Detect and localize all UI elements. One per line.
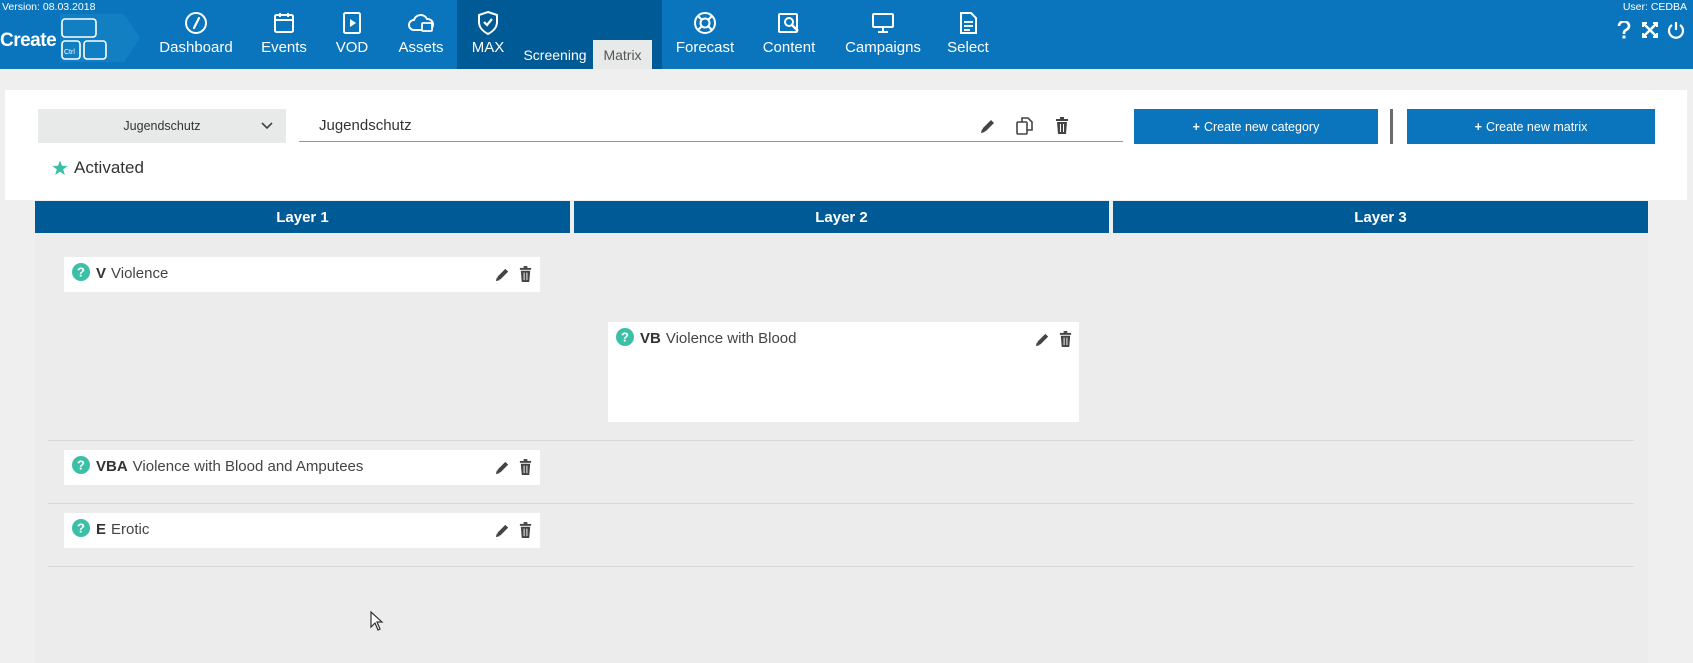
category-code: V (96, 265, 107, 282)
layer-1-header: Layer 1 (35, 201, 570, 233)
star-icon (52, 160, 68, 175)
category-name: Erotic (111, 521, 150, 538)
category-title: V Violence (96, 265, 168, 282)
svg-text:?: ? (621, 330, 629, 345)
mouse-cursor-icon (370, 611, 384, 631)
trash-icon[interactable] (518, 266, 533, 283)
create-category-label: Create new category (1203, 119, 1320, 134)
category-code: VB (640, 330, 661, 347)
category-title: VBA Violence with Blood and Amputees (96, 458, 363, 475)
matrix-editor-panel: Jugendschutz + Create new category + Cre… (5, 90, 1687, 200)
matrix-name-input[interactable] (299, 110, 1123, 142)
edit-icon[interactable] (494, 522, 511, 539)
create-category-button[interactable]: + Create new category (1134, 109, 1378, 144)
matrix-area (35, 233, 1648, 663)
help-circle-icon[interactable]: ? (72, 519, 90, 537)
tab-matrix[interactable]: Matrix (593, 40, 652, 69)
logo-key-label: Ctrl (64, 49, 75, 56)
nav-dashboard-label: Dashboard (159, 39, 233, 56)
nav-select-label: Select (947, 39, 989, 56)
edit-icon[interactable] (494, 266, 511, 283)
top-navigation-bar: Version: 08.03.2018 User: CEDBA Ctrl Cre… (0, 0, 1693, 69)
create-ctrl-logo[interactable]: Ctrl Create (0, 12, 140, 64)
power-icon[interactable] (1667, 20, 1685, 40)
nav-content-label: Content (762, 39, 816, 56)
nav-campaigns[interactable]: Campaigns (845, 0, 921, 69)
nav-vod-label: VOD (335, 39, 369, 56)
lifebuoy-icon (693, 10, 717, 36)
nav-select[interactable]: Select (947, 0, 989, 69)
nav-dashboard[interactable]: Dashboard (158, 0, 234, 69)
category-code: VBA (96, 458, 128, 475)
trash-icon[interactable] (518, 522, 533, 539)
create-matrix-label: Create new matrix (1485, 119, 1588, 134)
row-divider (48, 440, 1634, 441)
fullscreen-icon[interactable] (1641, 20, 1659, 40)
matrix-select[interactable]: Jugendschutz (38, 109, 286, 143)
svg-text:?: ? (77, 265, 85, 280)
matrix-select-value: Jugendschutz (123, 119, 201, 133)
category-card[interactable]: ? VB Violence with Blood (608, 322, 1079, 422)
svg-text:?: ? (77, 521, 85, 536)
activation-status-label: Activated (74, 158, 144, 177)
header-actions (1615, 20, 1685, 40)
plus-icon: + (1192, 119, 1200, 134)
category-card[interactable]: ? E Erotic (64, 513, 540, 548)
nav-max-label: MAX (471, 39, 505, 56)
category-code: E (96, 521, 107, 538)
category-card[interactable]: ? V Violence (64, 257, 540, 292)
layer-2-header: Layer 2 (574, 201, 1109, 233)
help-circle-icon[interactable]: ? (72, 456, 90, 474)
nav-max[interactable]: MAX (466, 0, 510, 69)
content-icon (776, 10, 802, 36)
help-icon[interactable] (1615, 20, 1633, 40)
nav-campaigns-label: Campaigns (845, 39, 921, 56)
calendar-icon (272, 10, 296, 36)
trash-icon[interactable] (1058, 331, 1073, 348)
row-divider (48, 566, 1634, 567)
category-card[interactable]: ? VBA Violence with Blood and Amputees (64, 450, 540, 485)
shield-check-icon (476, 10, 500, 36)
nav-assets[interactable]: Assets (397, 0, 445, 69)
nav-forecast-label: Forecast (675, 39, 735, 56)
category-name: Violence with Blood and Amputees (132, 458, 364, 475)
category-title: E Erotic (96, 521, 149, 538)
cloud-icon (407, 10, 435, 36)
nav-content[interactable]: Content (760, 0, 818, 69)
edit-icon[interactable] (494, 459, 511, 476)
dashboard-gauge-icon (184, 10, 208, 36)
user-label: User: CEDBA (1622, 1, 1687, 13)
nav-forecast[interactable]: Forecast (675, 0, 735, 69)
category-title: VB Violence with Blood (640, 330, 797, 347)
nav-events[interactable]: Events (260, 0, 308, 69)
monitor-icon (871, 10, 895, 36)
button-divider (1390, 109, 1393, 144)
tab-screening[interactable]: Screening (518, 40, 592, 69)
copy-icon[interactable] (1015, 116, 1035, 136)
help-circle-icon[interactable]: ? (616, 328, 634, 346)
play-icon (340, 10, 364, 36)
category-name: Violence (111, 265, 169, 282)
edit-icon[interactable] (1034, 331, 1051, 348)
edit-icon[interactable] (978, 116, 998, 136)
nav-vod[interactable]: VOD (334, 0, 370, 69)
chevron-down-icon (260, 118, 274, 135)
logo-text: Create (0, 30, 57, 51)
plus-icon: + (1474, 119, 1482, 134)
help-circle-icon[interactable]: ? (72, 263, 90, 281)
svg-text:?: ? (77, 458, 85, 473)
document-icon (957, 10, 979, 36)
row-divider (48, 503, 1634, 504)
layer-3-header: Layer 3 (1113, 201, 1648, 233)
trash-icon[interactable] (518, 459, 533, 476)
nav-assets-label: Assets (398, 39, 444, 56)
create-matrix-button[interactable]: + Create new matrix (1407, 109, 1655, 144)
category-name: Violence with Blood (665, 330, 797, 347)
nav-events-label: Events (261, 39, 307, 56)
activation-status[interactable]: Activated (52, 158, 144, 178)
trash-icon[interactable] (1052, 116, 1072, 136)
